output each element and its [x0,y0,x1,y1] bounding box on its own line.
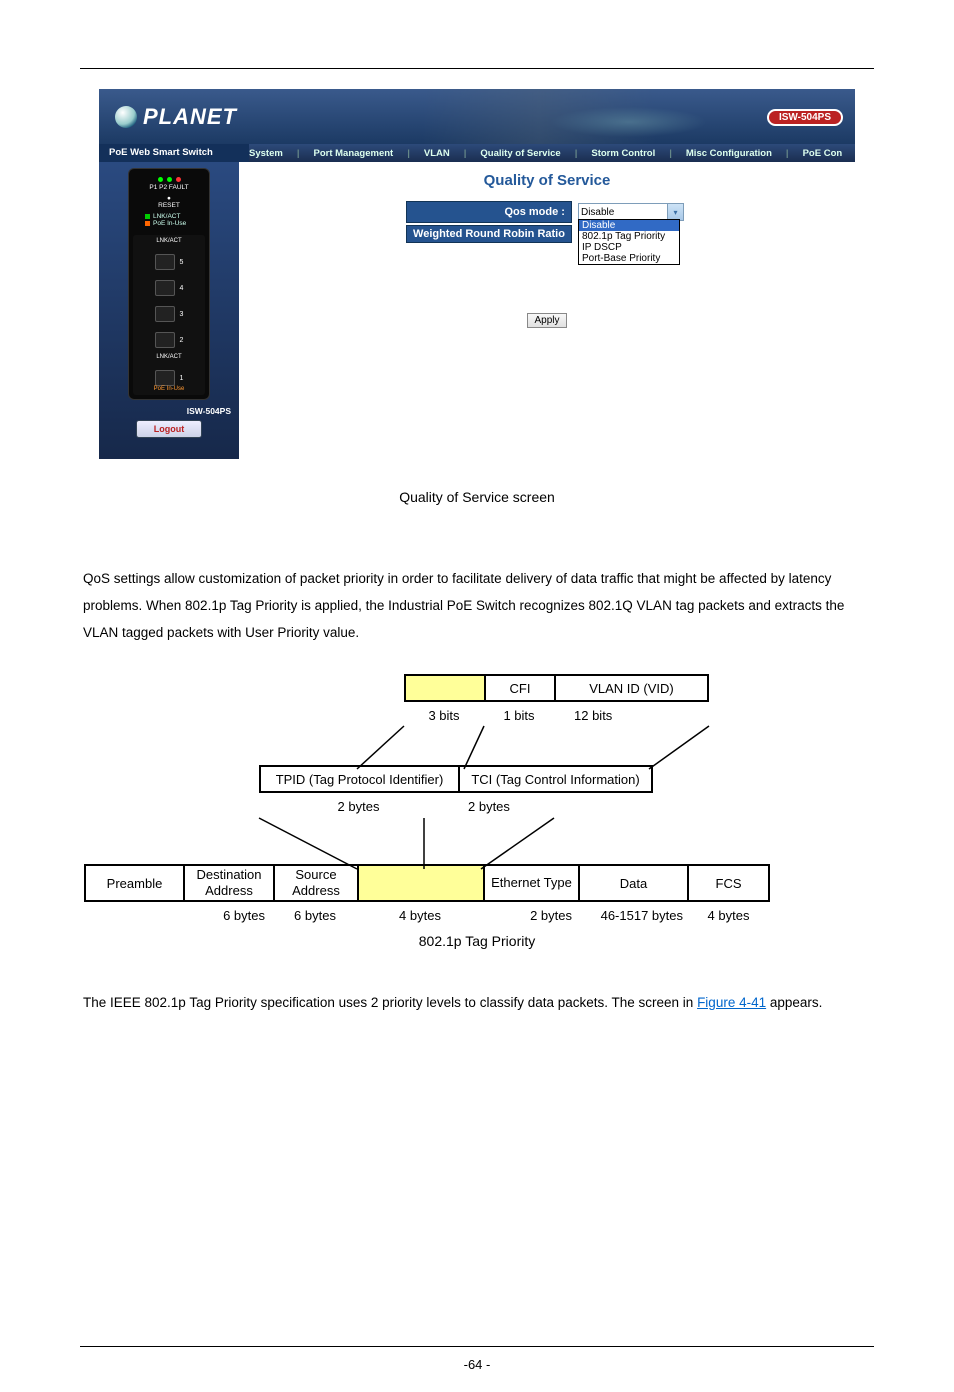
menu-system[interactable]: System [249,148,283,159]
size-et: 2 bytes [483,902,578,923]
reset-label: RESET [158,202,180,209]
tci-cfi: CFI [484,674,554,702]
label-qos-mode: Qos mode : [406,201,572,223]
menu-storm-control[interactable]: Storm Control [591,148,655,159]
menu-bar: PoE Web Smart Switch System| Port Manage… [99,144,855,162]
tci-blank [404,674,484,702]
figure-caption-1: Quality of Service screen [0,489,954,505]
apply-button[interactable]: Apply [527,313,566,328]
brand-logo: PLANET [115,104,237,130]
option-8021p[interactable]: 802.1p Tag Priority [579,231,679,242]
tpid-box: TPID (Tag Protocol Identifier) [259,765,458,793]
option-ipdscp[interactable]: IP DSCP [579,242,679,253]
menu-port-management[interactable]: Port Management [313,148,393,159]
lnkact-label: LNK/ACT [156,238,181,244]
frame-sa: Source Address [273,864,357,902]
size-1bits: 1 bits [484,702,554,723]
qos-mode-dropdown[interactable]: Disable 802.1p Tag Priority IP DSCP Port… [578,219,680,265]
frame-da: Destination Address [183,864,273,902]
qos-mode-value: Disable [581,207,614,218]
option-disable[interactable]: Disable [579,220,679,231]
frame-data: Data [578,864,687,902]
label-wrr: Weighted Round Robin Ratio [406,225,572,243]
menu-misc-config[interactable]: Misc Configuration [686,148,772,159]
menu-vlan[interactable]: VLAN [424,148,450,159]
size-data: 46-1517 bytes [578,902,687,923]
frame-preamble: Preamble [84,864,183,902]
size-3bits: 3 bits [404,702,484,723]
para2-text-a: The IEEE 802.1p Tag Priority specificati… [83,995,697,1010]
size-da: 6 bytes [183,902,273,923]
size-tpid: 2 bytes [259,793,458,814]
size-12bits: 12 bits [554,702,709,723]
legend-lnkact: LNK/ACT [153,213,180,220]
sidebar: P1 P2 FAULT ●RESET LNK/ACT PoE In-Use LN… [99,162,239,459]
paragraph-2: The IEEE 802.1p Tag Priority specificati… [83,989,871,1016]
frame-fcs: FCS [687,864,770,902]
app-screenshot: PLANET ISW-504PS PoE Web Smart Switch Sy… [99,89,855,459]
size-fcs: 4 bytes [687,902,770,923]
figure-link[interactable]: Figure 4-41 [697,995,766,1010]
device-panel: P1 P2 FAULT ●RESET LNK/ACT PoE In-Use LN… [128,168,210,400]
page-title: Quality of Service [249,172,845,189]
poeinuse-label: PoE In-Use [154,386,185,392]
logout-button[interactable]: Logout [136,420,202,438]
brand-name: PLANET [143,104,237,129]
paragraph-1: QoS settings allow customization of pack… [83,565,871,646]
chevron-down-icon[interactable]: ▾ [667,204,683,220]
frame-tag [357,864,483,902]
model-badge: ISW-504PS [767,109,843,126]
tci-box: TCI (Tag Control Information) [458,765,653,793]
product-label: PoE Web Smart Switch [99,144,249,162]
menu-qos[interactable]: Quality of Service [480,148,560,159]
size-tag: 4 bytes [357,902,483,923]
size-tci: 2 bytes [458,793,653,814]
p1p2fault-label: P1 P2 FAULT [133,184,205,191]
option-portbase[interactable]: Port-Base Priority [579,253,679,264]
sidebar-model: ISW-504PS [101,406,231,416]
para2-text-b: appears. [766,995,822,1010]
globe-icon [115,106,137,128]
size-sa: 6 bytes [273,902,357,923]
lnkact-label2: LNK/ACT [156,354,181,360]
page-number: -64 - [0,1357,954,1372]
tag-diagram: CFI VLAN ID (VID) 3 bits 1 bits 12 bits … [84,674,870,949]
content-area: Quality of Service Qos mode : Disable ▾ … [239,162,855,459]
legend-poe: PoE In-Use [153,220,186,227]
tci-vid: VLAN ID (VID) [554,674,709,702]
app-header: PLANET ISW-504PS [99,89,855,144]
diagram-caption: 802.1p Tag Priority [84,933,870,949]
frame-et: Ethernet Type [483,864,578,902]
menu-poe[interactable]: PoE Con [803,148,843,159]
